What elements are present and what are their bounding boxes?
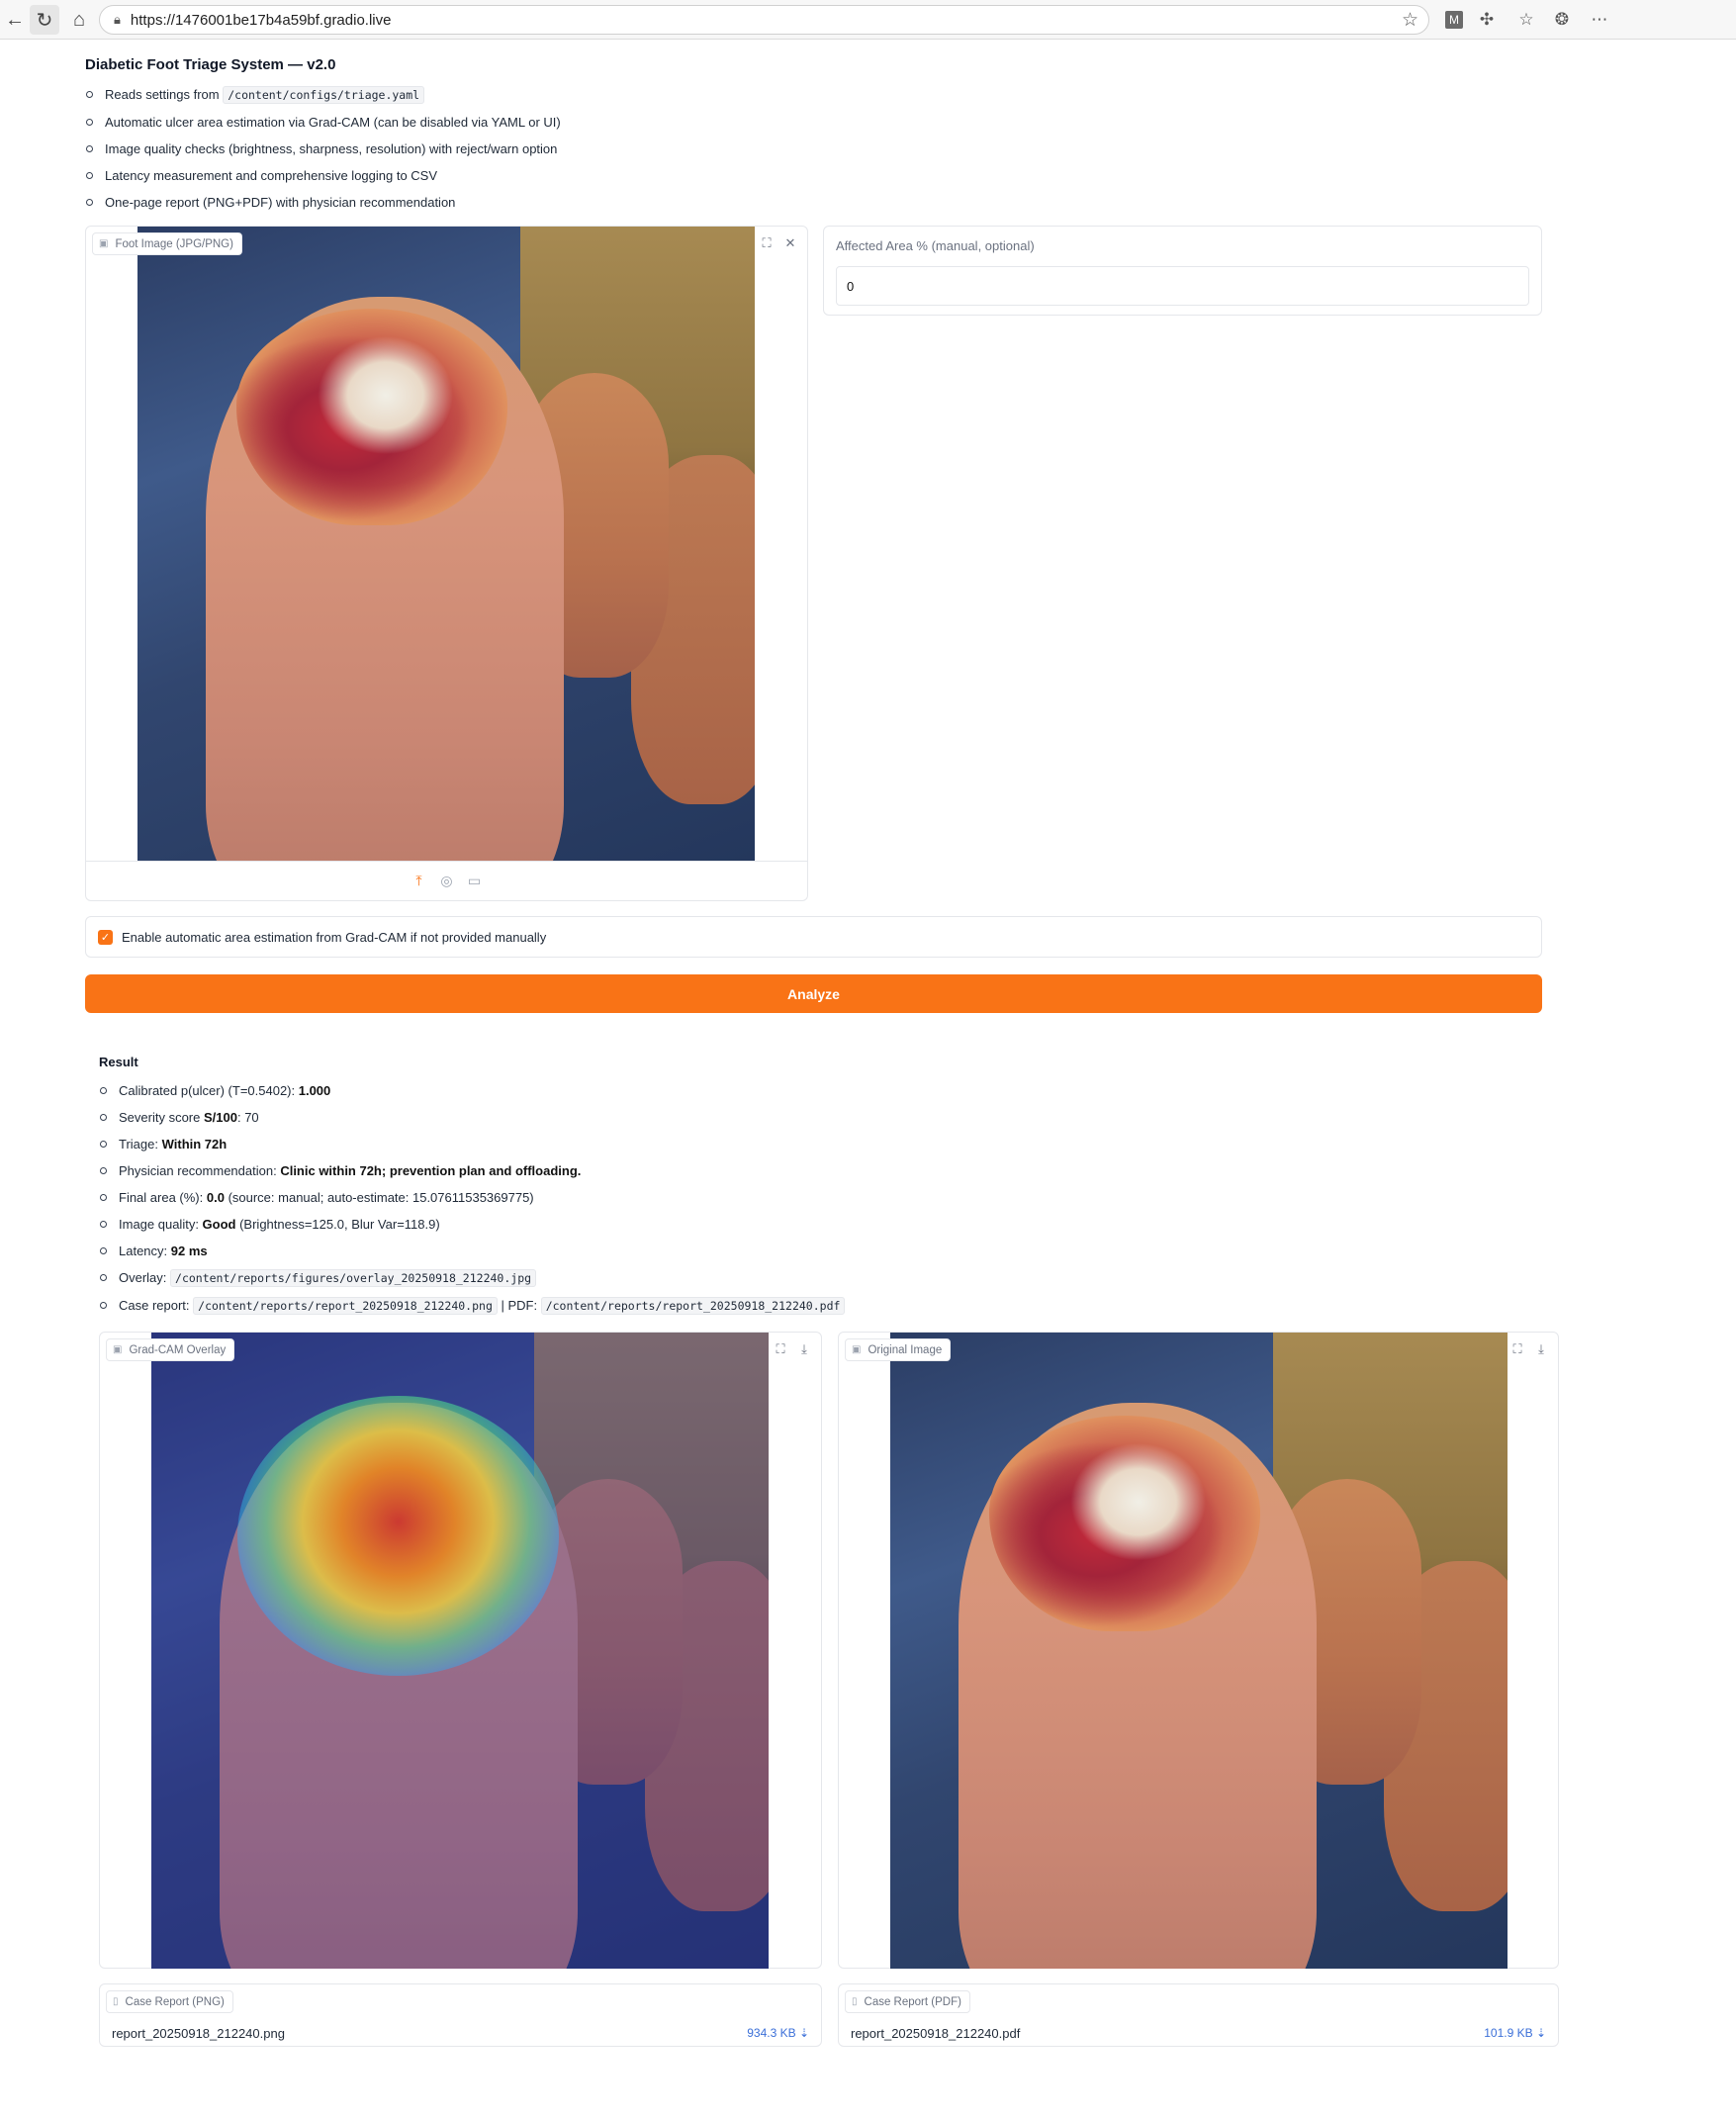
original-image-panel: ▣ Original Image ⛶ ⤓ [838, 1332, 1559, 1969]
extension-m-icon[interactable]: M [1445, 11, 1463, 29]
result-line: Latency: 92 ms [99, 1238, 1187, 1264]
result-line: Triage: Within 72h [99, 1131, 1187, 1157]
feature-item: One-page report (PNG+PDF) with physician… [85, 189, 975, 216]
foot-image-label: ▣ Foot Image (JPG/PNG) [92, 232, 242, 255]
image-icon: ▣ [113, 1344, 123, 1355]
fullscreen-icon[interactable]: ⛶ [1508, 1340, 1526, 1358]
case-report-pdf-panel: ▯ Case Report (PDF) report_20250918_2122… [838, 1983, 1559, 2047]
feature-item: Reads settings from /content/configs/tri… [85, 81, 975, 109]
browser-toolbar: ← ↻ ⌂ 🔒︎ https://1476001be17b4a59bf.grad… [0, 0, 1736, 40]
auto-area-checkbox-row[interactable]: ✓ Enable automatic area estimation from … [85, 916, 1542, 958]
pdf-file-download[interactable]: 101.9 KB ⇣ [1484, 2026, 1546, 2040]
analyze-button[interactable]: Analyze [85, 974, 1542, 1013]
case-report-png-label: ▯ Case Report (PNG) [106, 1990, 233, 2013]
result-value: S/100 [203, 1110, 237, 1125]
star-icon[interactable]: ☆ [1402, 9, 1418, 32]
result-line: Image quality: Good (Brightness=125.0, B… [99, 1211, 1187, 1238]
pdf-file-name[interactable]: report_20250918_212240.pdf [851, 2026, 1020, 2041]
config-path: /content/configs/triage.yaml [223, 86, 425, 104]
feature-item: Image quality checks (brightness, sharpn… [85, 136, 975, 162]
foot-image [137, 227, 755, 862]
feature-item: Automatic ulcer area estimation via Grad… [85, 109, 975, 136]
favorites-icon[interactable]: ☆ [1513, 7, 1539, 33]
refresh-icon[interactable]: ↻ [30, 5, 59, 35]
download-icon[interactable]: ⤓ [795, 1340, 813, 1358]
clipboard-icon[interactable]: ▭ [466, 873, 484, 889]
webcam-icon[interactable]: ◎ [438, 873, 456, 889]
result-value: 92 ms [170, 1244, 208, 1258]
extension-icon[interactable]: ✣ [1474, 7, 1500, 33]
image-source-bar: ⤒ ◎ ▭ [86, 861, 807, 900]
result-value: 1.000 [298, 1083, 331, 1098]
feature-list: Reads settings from /content/configs/tri… [85, 81, 975, 216]
result-line: Physician recommendation: Clinic within … [99, 1157, 1187, 1184]
result-value: Good [202, 1217, 236, 1232]
gradcam-overlay-image [151, 1333, 769, 1969]
close-icon[interactable]: ✕ [781, 234, 799, 252]
url-text[interactable]: https://1476001be17b4a59bf.gradio.live [131, 12, 392, 29]
original-image [890, 1333, 1508, 1969]
fullscreen-icon[interactable]: ⛶ [758, 234, 776, 252]
gradcam-overlay-panel: ▣ Grad-CAM Overlay ⛶ ⤓ [99, 1332, 822, 1969]
result-value: Clinic within 72h; prevention plan and o… [280, 1163, 582, 1178]
image-icon: ▣ [99, 238, 109, 249]
result-line: Final area (%): 0.0 (source: manual; aut… [99, 1184, 1187, 1211]
affected-area-block: Affected Area % (manual, optional) 0 [823, 226, 1542, 316]
copilot-icon[interactable]: ❂ [1549, 7, 1575, 33]
png-file-download[interactable]: 934.3 KB ⇣ [747, 2026, 809, 2040]
lock-icon: 🔒︎ [114, 12, 121, 27]
affected-area-label: Affected Area % (manual, optional) [836, 238, 1035, 253]
original-image-label: ▣ Original Image [845, 1338, 952, 1361]
address-bar[interactable]: 🔒︎ https://1476001be17b4a59bf.gradio.liv… [99, 5, 1429, 35]
report-pdf-path: /content/reports/report_20250918_212240.… [540, 1297, 846, 1315]
more-icon[interactable]: ⋯ [1587, 7, 1612, 33]
page-title: Diabetic Foot Triage System — v2.0 [85, 56, 336, 73]
result-heading: Result [99, 1055, 138, 1069]
overlay-path-line: Overlay: /content/reports/figures/overla… [99, 1264, 1187, 1292]
result-line: Calibrated p(ulcer) (T=0.5402): 1.000 [99, 1077, 1187, 1104]
download-icon[interactable]: ⤓ [1532, 1340, 1550, 1358]
home-icon[interactable]: ⌂ [64, 5, 94, 35]
overlay-path: /content/reports/figures/overlay_2025091… [170, 1269, 537, 1287]
file-icon: ▯ [113, 1996, 119, 2007]
result-list: Calibrated p(ulcer) (T=0.5402): 1.000 Sev… [99, 1077, 1187, 1320]
feature-item: Latency measurement and comprehensive lo… [85, 162, 975, 189]
gradcam-overlay-label: ▣ Grad-CAM Overlay [106, 1338, 235, 1361]
result-value: Within 72h [161, 1137, 228, 1152]
file-icon: ▯ [852, 1996, 858, 2007]
result-line: Severity score S/100: 70 [99, 1104, 1187, 1131]
case-report-pdf-label: ▯ Case Report (PDF) [845, 1990, 970, 2013]
report-png-path: /content/reports/report_20250918_212240.… [193, 1297, 498, 1315]
auto-area-label: Enable automatic area estimation from Gr… [122, 929, 547, 945]
affected-area-input[interactable]: 0 [836, 266, 1529, 306]
upload-icon[interactable]: ⤒ [411, 873, 428, 889]
result-value: 0.0 [206, 1190, 225, 1205]
fullscreen-icon[interactable]: ⛶ [772, 1340, 789, 1358]
back-icon[interactable]: ← [0, 5, 30, 35]
foot-image-upload[interactable]: ▣ Foot Image (JPG/PNG) ⛶ ✕ ⤒ ◎ ▭ [85, 226, 808, 901]
image-icon: ▣ [852, 1344, 862, 1355]
case-report-line: Case report: /content/reports/report_202… [99, 1292, 1187, 1320]
check-icon[interactable]: ✓ [98, 929, 113, 945]
case-report-png-panel: ▯ Case Report (PNG) report_20250918_2122… [99, 1983, 822, 2047]
png-file-name[interactable]: report_20250918_212240.png [112, 2026, 285, 2041]
